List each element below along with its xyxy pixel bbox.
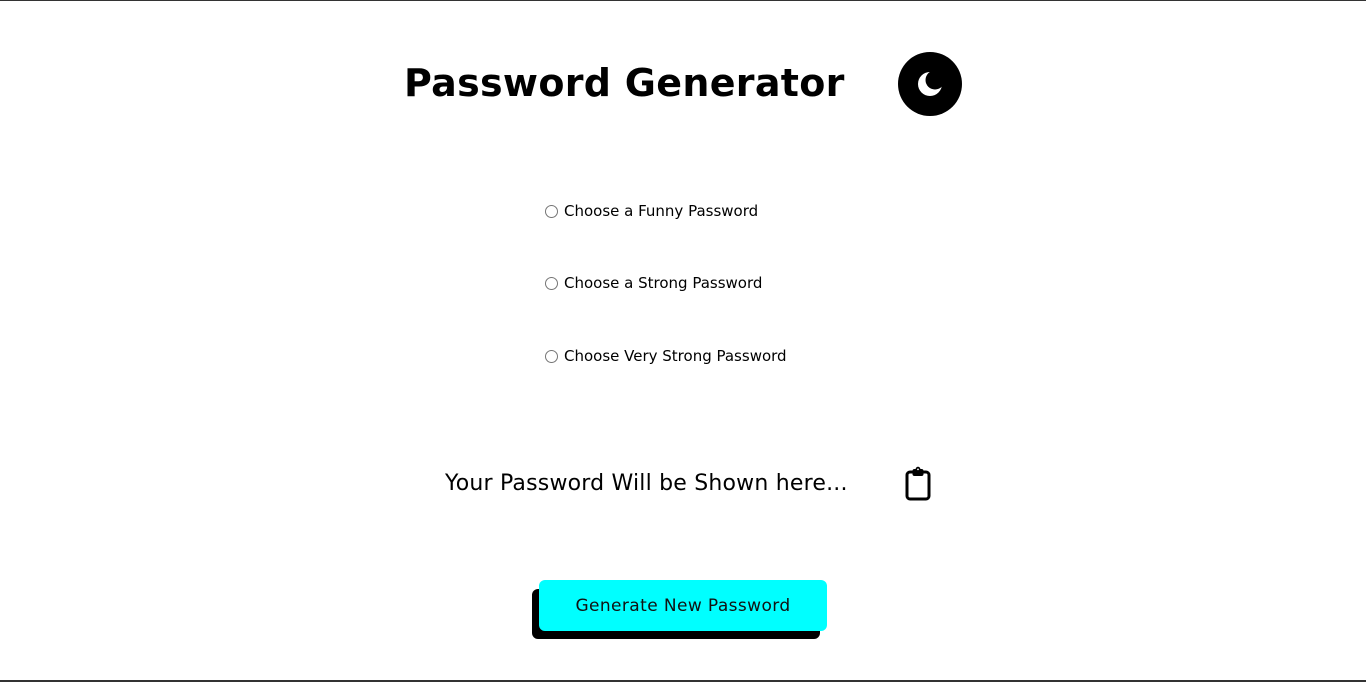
- option-strong-password[interactable]: Choose a Strong Password: [545, 273, 762, 293]
- very-strong-password-label: Choose Very Strong Password: [564, 347, 787, 365]
- very-strong-password-radio[interactable]: [545, 349, 558, 363]
- option-funny-password[interactable]: Choose a Funny Password: [545, 201, 758, 221]
- strong-password-radio[interactable]: [545, 276, 558, 290]
- moon-icon: [915, 69, 945, 99]
- option-very-strong-password[interactable]: Choose Very Strong Password: [545, 346, 787, 366]
- funny-password-label: Choose a Funny Password: [564, 202, 759, 220]
- page-title: Password Generator: [404, 61, 845, 105]
- password-output-text: Your Password Will be Shown here...: [445, 471, 848, 496]
- funny-password-radio[interactable]: [545, 204, 558, 218]
- clipboard-icon: [902, 466, 934, 502]
- generate-password-button[interactable]: Generate New Password: [539, 580, 827, 631]
- theme-toggle-button[interactable]: [898, 52, 962, 116]
- password-generator-page: Password Generator Choose a Funny Passwo…: [0, 0, 1366, 682]
- copy-to-clipboard-button[interactable]: [902, 466, 934, 502]
- strong-password-label: Choose a Strong Password: [564, 274, 763, 292]
